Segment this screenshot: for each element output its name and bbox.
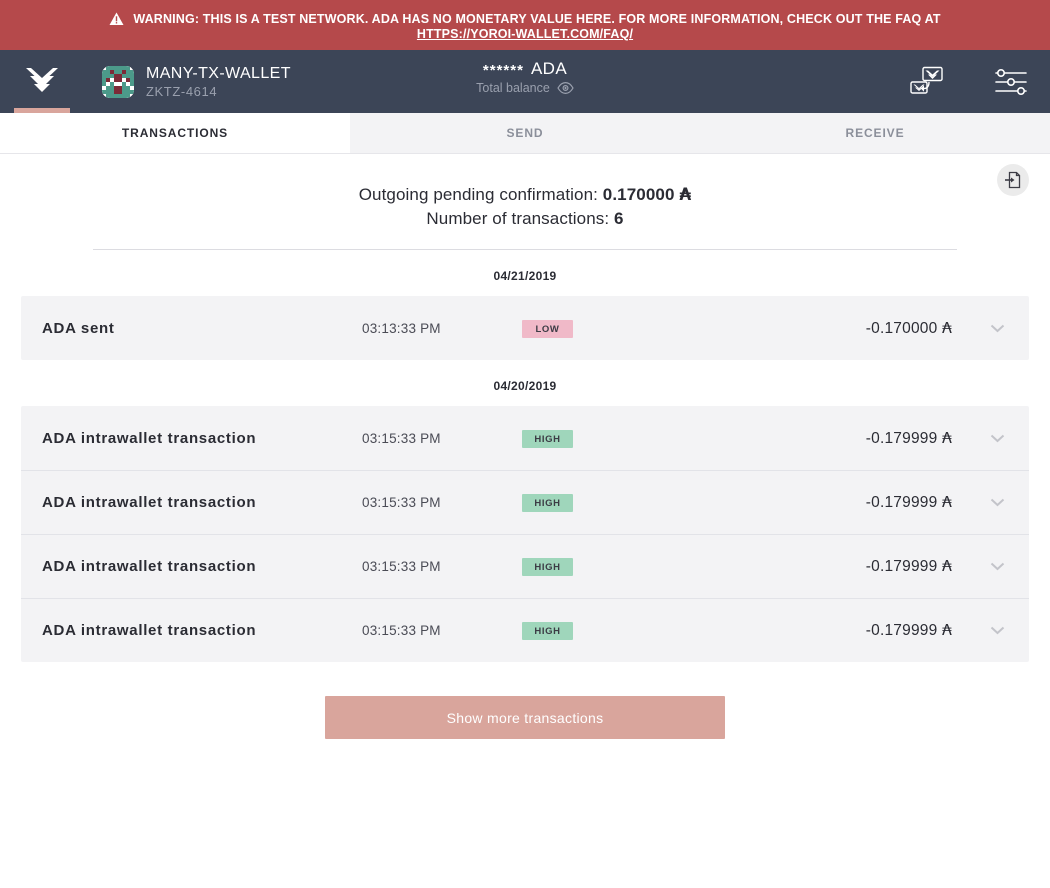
transaction-amount-value: -0.179999 (865, 429, 938, 447)
table-row[interactable]: ADA intrawallet transaction 03:15:33 PM … (21, 534, 1029, 598)
transaction-expand-toggle[interactable] (986, 562, 1008, 571)
transaction-amount: -0.170000 ₳ (682, 319, 986, 338)
test-network-warning-banner: WARNING: THIS IS A TEST NETWORK. ADA HAS… (0, 0, 1050, 50)
transaction-expand-toggle[interactable] (986, 498, 1008, 507)
warning-faq-link[interactable]: HTTPS://YOROI-WALLET.COM/FAQ/ (417, 27, 633, 41)
transaction-title: ADA sent (42, 319, 115, 337)
wallet-selector[interactable]: MANY-TX-WALLET ZKTZ-4614 (102, 65, 291, 99)
topbar-actions (904, 50, 1034, 113)
table-row[interactable]: ADA intrawallet transaction 03:15:33 PM … (21, 598, 1029, 662)
transaction-amount: -0.179999 ₳ (682, 429, 986, 448)
tab-send[interactable]: SEND (350, 113, 700, 153)
settings-sliders-icon (995, 68, 1027, 95)
transaction-time: 03:15:33 PM (362, 430, 441, 446)
transaction-time: 03:15:33 PM (362, 559, 441, 574)
count-label: Number of transactions: (426, 209, 610, 228)
transaction-list: 04/21/2019 ADA sent 03:13:33 PM LOW -0.1… (0, 250, 1050, 662)
transaction-amount-symbol: ₳ (941, 493, 952, 511)
transaction-badge-cell: LOW (522, 319, 682, 338)
transaction-badge-cell: HIGH (522, 493, 682, 512)
show-more-transactions-button[interactable]: Show more transactions (325, 696, 725, 739)
transaction-expand-toggle[interactable] (986, 324, 1008, 333)
transaction-expand-toggle[interactable] (986, 434, 1008, 443)
transaction-badge-cell: HIGH (522, 557, 682, 576)
transaction-amount: -0.179999 ₳ (682, 621, 986, 640)
warning-triangle-icon (109, 12, 124, 25)
transaction-expand-toggle[interactable] (986, 626, 1008, 635)
wallet-identicon (102, 65, 134, 98)
transaction-amount-symbol: ₳ (941, 557, 952, 575)
wallet-transfer-icon (910, 66, 943, 94)
transaction-group-rows: ADA intrawallet transaction 03:15:33 PM … (21, 406, 1029, 662)
chevron-down-icon (990, 562, 1004, 571)
total-balance-label: Total balance (476, 81, 550, 95)
summary-divider (93, 249, 957, 250)
status-badge: HIGH (522, 429, 573, 448)
table-row[interactable]: ADA sent 03:13:33 PM LOW -0.170000 ₳ (21, 296, 1029, 360)
transaction-amount-value: -0.179999 (865, 622, 938, 639)
transaction-time: 03:13:33 PM (362, 320, 441, 336)
transaction-group: 04/20/2019 ADA intrawallet transaction 0… (21, 360, 1029, 662)
balance-hidden-value: ****** (482, 62, 524, 79)
transaction-badge-cell: HIGH (522, 621, 682, 640)
transaction-date-header: 04/21/2019 (493, 269, 557, 283)
transactions-summary: Outgoing pending confirmation: 0.170000 … (0, 154, 1050, 250)
wallet-plate-id: ZKTZ-4614 (146, 83, 218, 99)
transaction-time: 03:15:33 PM (362, 623, 441, 638)
chevron-down-icon (990, 324, 1004, 332)
active-nav-indicator (14, 108, 70, 113)
transaction-amount-value: -0.179999 (865, 558, 938, 575)
transaction-amount-value: -0.170000 (865, 319, 938, 337)
yoroi-logo-icon (26, 67, 58, 92)
pending-confirmation-line: Outgoing pending confirmation: 0.170000 … (0, 183, 1050, 207)
chevron-down-icon (990, 626, 1004, 635)
transaction-time: 03:15:33 PM (362, 495, 441, 510)
transaction-count-line: Number of transactions: 6 (0, 207, 1050, 231)
pending-amount: 0.170000 (602, 185, 675, 204)
export-transactions-icon (1005, 171, 1021, 189)
total-balance-label-row: Total balance (476, 81, 574, 95)
transaction-amount-symbol: ₳ (941, 621, 952, 639)
transaction-amount: -0.179999 ₳ (682, 493, 986, 512)
transaction-amount-symbol: ₳ (941, 318, 952, 337)
transaction-title: ADA intrawallet transaction (42, 622, 257, 639)
transaction-amount-symbol: ₳ (941, 428, 952, 447)
show-more-container: Show more transactions (0, 662, 1050, 739)
warning-message: WARNING: THIS IS A TEST NETWORK. ADA HAS… (133, 11, 941, 26)
status-badge: LOW (522, 319, 573, 338)
transaction-amount: -0.179999 ₳ (682, 557, 986, 576)
transaction-group: 04/21/2019 ADA sent 03:13:33 PM LOW -0.1… (21, 250, 1029, 360)
transaction-title: ADA intrawallet transaction (42, 429, 257, 447)
yoroi-logo-button[interactable] (0, 50, 84, 113)
pending-label: Outgoing pending confirmation: (358, 185, 598, 204)
transaction-badge-cell: HIGH (522, 429, 682, 448)
wallet-name-block: MANY-TX-WALLET ZKTZ-4614 (146, 65, 291, 99)
chevron-down-icon (990, 434, 1004, 442)
wallet-transfer-button[interactable] (904, 59, 950, 105)
tab-transactions[interactable]: TRANSACTIONS (0, 113, 350, 153)
status-badge: HIGH (522, 622, 573, 640)
table-row[interactable]: ADA intrawallet transaction 03:15:33 PM … (21, 470, 1029, 534)
app-topbar: MANY-TX-WALLET ZKTZ-4614 ****** ADA Tota… (0, 50, 1050, 113)
table-row[interactable]: ADA intrawallet transaction 03:15:33 PM … (21, 406, 1029, 470)
pending-currency-symbol: ₳ (679, 185, 692, 205)
transaction-title: ADA intrawallet transaction (42, 558, 257, 575)
transaction-title: ADA intrawallet transaction (42, 494, 257, 511)
wallet-tabs: TRANSACTIONS SEND RECEIVE (0, 113, 1050, 154)
tab-receive[interactable]: RECEIVE (700, 113, 1050, 153)
eye-toggle-icon[interactable] (557, 82, 574, 94)
status-badge: HIGH (522, 494, 573, 512)
total-balance-amount: ****** ADA (483, 59, 567, 79)
balance-currency: ADA (530, 59, 568, 78)
transaction-date-header: 04/20/2019 (493, 379, 557, 393)
warning-text-row: WARNING: THIS IS A TEST NETWORK. ADA HAS… (109, 12, 940, 26)
chevron-down-icon (990, 498, 1004, 507)
export-transactions-button[interactable] (997, 164, 1029, 196)
transaction-group-rows: ADA sent 03:13:33 PM LOW -0.170000 ₳ (21, 296, 1029, 360)
wallet-name: MANY-TX-WALLET (146, 64, 291, 82)
transaction-amount-value: -0.179999 (865, 494, 938, 511)
settings-button[interactable] (988, 59, 1034, 105)
status-badge: HIGH (522, 558, 573, 576)
count-value: 6 (614, 209, 624, 228)
